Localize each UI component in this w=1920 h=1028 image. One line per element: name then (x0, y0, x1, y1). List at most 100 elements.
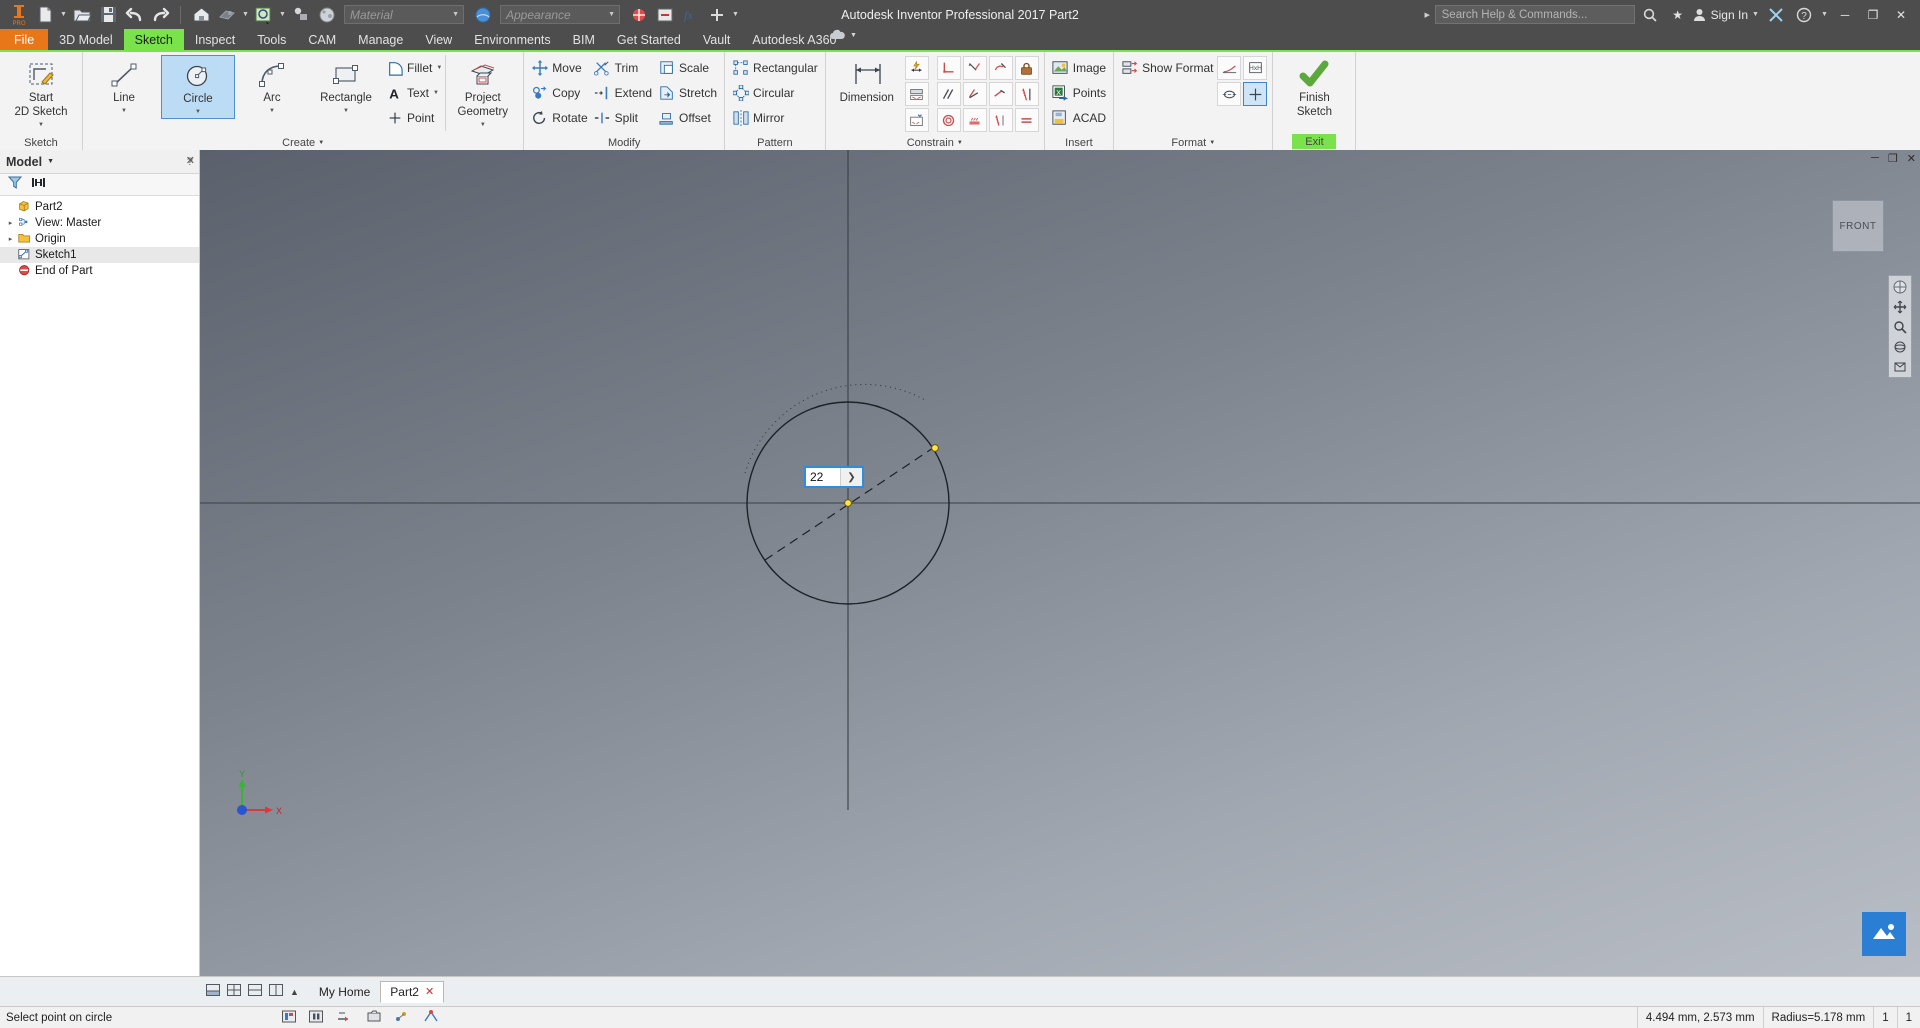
ribbon-tab-environments[interactable]: Environments (463, 29, 561, 50)
document-tab-part2[interactable]: Part2 ✕ (380, 980, 445, 1003)
appearance-swatch-icon[interactable] (214, 3, 240, 27)
close-tab-icon[interactable]: ✕ (425, 985, 434, 998)
ribbon-icon-collinear-constraint[interactable] (962, 82, 987, 106)
grid-icon[interactable] (227, 984, 241, 999)
filter-icon[interactable] (7, 176, 23, 194)
ribbon-button-circular[interactable]: Circular (729, 80, 821, 105)
material-dropdown[interactable]: Material ▼ (344, 5, 464, 24)
ribbon-tab-inspect[interactable]: Inspect (184, 29, 246, 50)
expand-twisty-icon[interactable]: ▸ (6, 219, 15, 227)
maximize-window-button[interactable]: ❐ (1860, 3, 1886, 27)
ribbon-tab-view[interactable]: View (414, 29, 463, 50)
ribbon-button-show-format[interactable]: Show Format (1118, 55, 1216, 80)
select-icon[interactable] (251, 3, 277, 27)
ribbon-icon-horizontal-constraint[interactable] (988, 82, 1013, 106)
ribbon-icon-parallel-constraint[interactable] (936, 82, 961, 106)
look-at-icon[interactable] (1891, 359, 1909, 374)
home-icon[interactable] (188, 3, 214, 27)
title-overflow-icon[interactable]: ▶ (1422, 3, 1433, 27)
ribbon-icon-tangent-constraint[interactable] (936, 108, 961, 132)
fx-icon[interactable]: fx (678, 3, 704, 27)
ribbon-button-image[interactable]: Image (1049, 55, 1109, 80)
ribbon-tab-vault[interactable]: Vault (692, 29, 742, 50)
pan-icon[interactable] (1891, 299, 1909, 314)
zoom-icon[interactable] (1891, 319, 1909, 334)
dropdown-caret-icon[interactable]: ▼ (480, 119, 486, 131)
ribbon-button-circle[interactable]: Circle ▼ (161, 55, 235, 119)
ribbon-tab-cam[interactable]: CAM (297, 29, 347, 50)
help-dropdown-icon[interactable]: ▼ (1819, 3, 1830, 27)
ribbon-icon-fix-constraint[interactable] (1014, 56, 1039, 80)
ribbon-icon-equal-constraint[interactable] (1014, 108, 1039, 132)
ribbon-button-arc[interactable]: Arc ▼ (235, 55, 309, 117)
ribbon-button-move[interactable]: Move (528, 55, 590, 80)
full-navigation-wheel-icon[interactable] (1891, 279, 1909, 294)
updates-icon[interactable] (652, 3, 678, 27)
tree-node-origin[interactable]: ▸ Origin (0, 231, 199, 247)
dimension-value-input[interactable]: 22 ❯ (804, 466, 864, 488)
tree-node-view-master[interactable]: ▸ View: Master (0, 215, 199, 231)
new-document-dropdown-icon[interactable]: ▼ (58, 3, 69, 27)
ribbon-button-copy[interactable]: Copy (528, 80, 590, 105)
redo-icon[interactable] (147, 3, 173, 27)
material-sphere-icon[interactable] (314, 3, 340, 27)
minimize-window-button[interactable]: ─ (1832, 3, 1858, 27)
panel-dropdown-caret-icon[interactable]: ▼ (957, 140, 963, 146)
appearance-dropdown-combo[interactable]: Appearance ▼ (500, 5, 620, 24)
ribbon-icon-center-point[interactable] (1243, 82, 1268, 106)
ribbon-icon-centerline[interactable] (1217, 82, 1242, 106)
ribbon-button-points[interactable]: X Points (1049, 80, 1109, 105)
restore-graphics-button[interactable]: ❐ (1888, 152, 1898, 165)
parameters-icon[interactable] (626, 3, 652, 27)
favorites-star-icon[interactable]: ★ (1665, 3, 1691, 27)
component-icon[interactable] (288, 3, 314, 27)
dropdown-caret-icon[interactable]: ▼ (436, 65, 442, 71)
document-tab-my-home[interactable]: My Home (309, 981, 380, 1003)
a360-cloud-status[interactable]: ▼ (829, 29, 857, 41)
search-help-icon[interactable] (1637, 3, 1663, 27)
appearance-dropdown-icon[interactable]: ▼ (240, 3, 251, 27)
ribbon-button-point[interactable]: Point (383, 105, 445, 130)
dropdown-caret-icon[interactable]: ▼ (269, 105, 275, 117)
ribbon-button-mirror[interactable]: Mirror (729, 105, 821, 130)
ribbon-button-rectangle[interactable]: Rectangle ▼ (309, 55, 383, 117)
ribbon-button-rectangular[interactable]: Rectangular (729, 55, 821, 80)
ribbon-tab-file[interactable]: File (0, 29, 49, 50)
find-icon[interactable] (31, 176, 46, 194)
exchange-apps-icon[interactable] (1763, 3, 1789, 27)
sign-in-button[interactable]: Sign In (1693, 8, 1748, 22)
ribbon-tab-sketch[interactable]: Sketch (123, 29, 184, 50)
panel-dropdown-caret-icon[interactable]: ▼ (1209, 140, 1215, 146)
record-icon[interactable] (282, 1010, 297, 1026)
ribbon-button-split[interactable]: Split (591, 105, 655, 130)
ribbon-icon-driven-dimension[interactable]: HxH (1243, 56, 1268, 80)
dropdown-caret-icon[interactable]: ▼ (343, 105, 349, 117)
expand-twisty-icon[interactable]: ▸ (6, 235, 15, 243)
ribbon-button-extend[interactable]: Extend (591, 80, 655, 105)
ribbon-tab-tools[interactable]: Tools (246, 29, 297, 50)
chevron-down-icon[interactable]: ▼ (47, 158, 54, 165)
ribbon-icon-symmetric-constraint[interactable] (988, 108, 1013, 132)
tree-node-sketch1[interactable]: Sketch1 (0, 247, 199, 263)
select-dropdown-icon[interactable]: ▼ (277, 3, 288, 27)
tree-node-end-of-part[interactable]: End of Part (0, 263, 199, 279)
add-to-toolbar-icon[interactable] (704, 3, 730, 27)
appearance-ball-icon[interactable] (470, 3, 496, 27)
ribbon-button-dimension[interactable]: Dimension (830, 55, 904, 104)
orbit-icon[interactable] (1891, 339, 1909, 354)
minimize-graphics-button[interactable]: ─ (1871, 152, 1879, 165)
graphics-window[interactable]: ─ ❐ ✕ Y X 22 ❯ FRONT (200, 150, 1920, 976)
ribbon-icon-auto-dimension[interactable] (904, 56, 929, 80)
ribbon-tab-bim[interactable]: BIM (562, 29, 606, 50)
points-icon[interactable] (394, 1010, 410, 1026)
close-graphics-button[interactable]: ✕ (1907, 152, 1916, 165)
panel-dropdown-caret-icon[interactable]: ▼ (318, 140, 324, 146)
ribbon-button-rotate[interactable]: Rotate (528, 105, 590, 130)
new-document-icon[interactable] (32, 3, 58, 27)
ribbon-icon-dimension-settings[interactable] (904, 108, 929, 132)
search-input[interactable]: Search Help & Commands... (1434, 5, 1635, 24)
snap-icon[interactable] (423, 1009, 439, 1026)
ribbon-button-stretch[interactable]: Stretch (655, 80, 720, 105)
view-cube[interactable]: FRONT (1832, 200, 1884, 252)
dropdown-caret-icon[interactable]: ▼ (433, 90, 439, 96)
